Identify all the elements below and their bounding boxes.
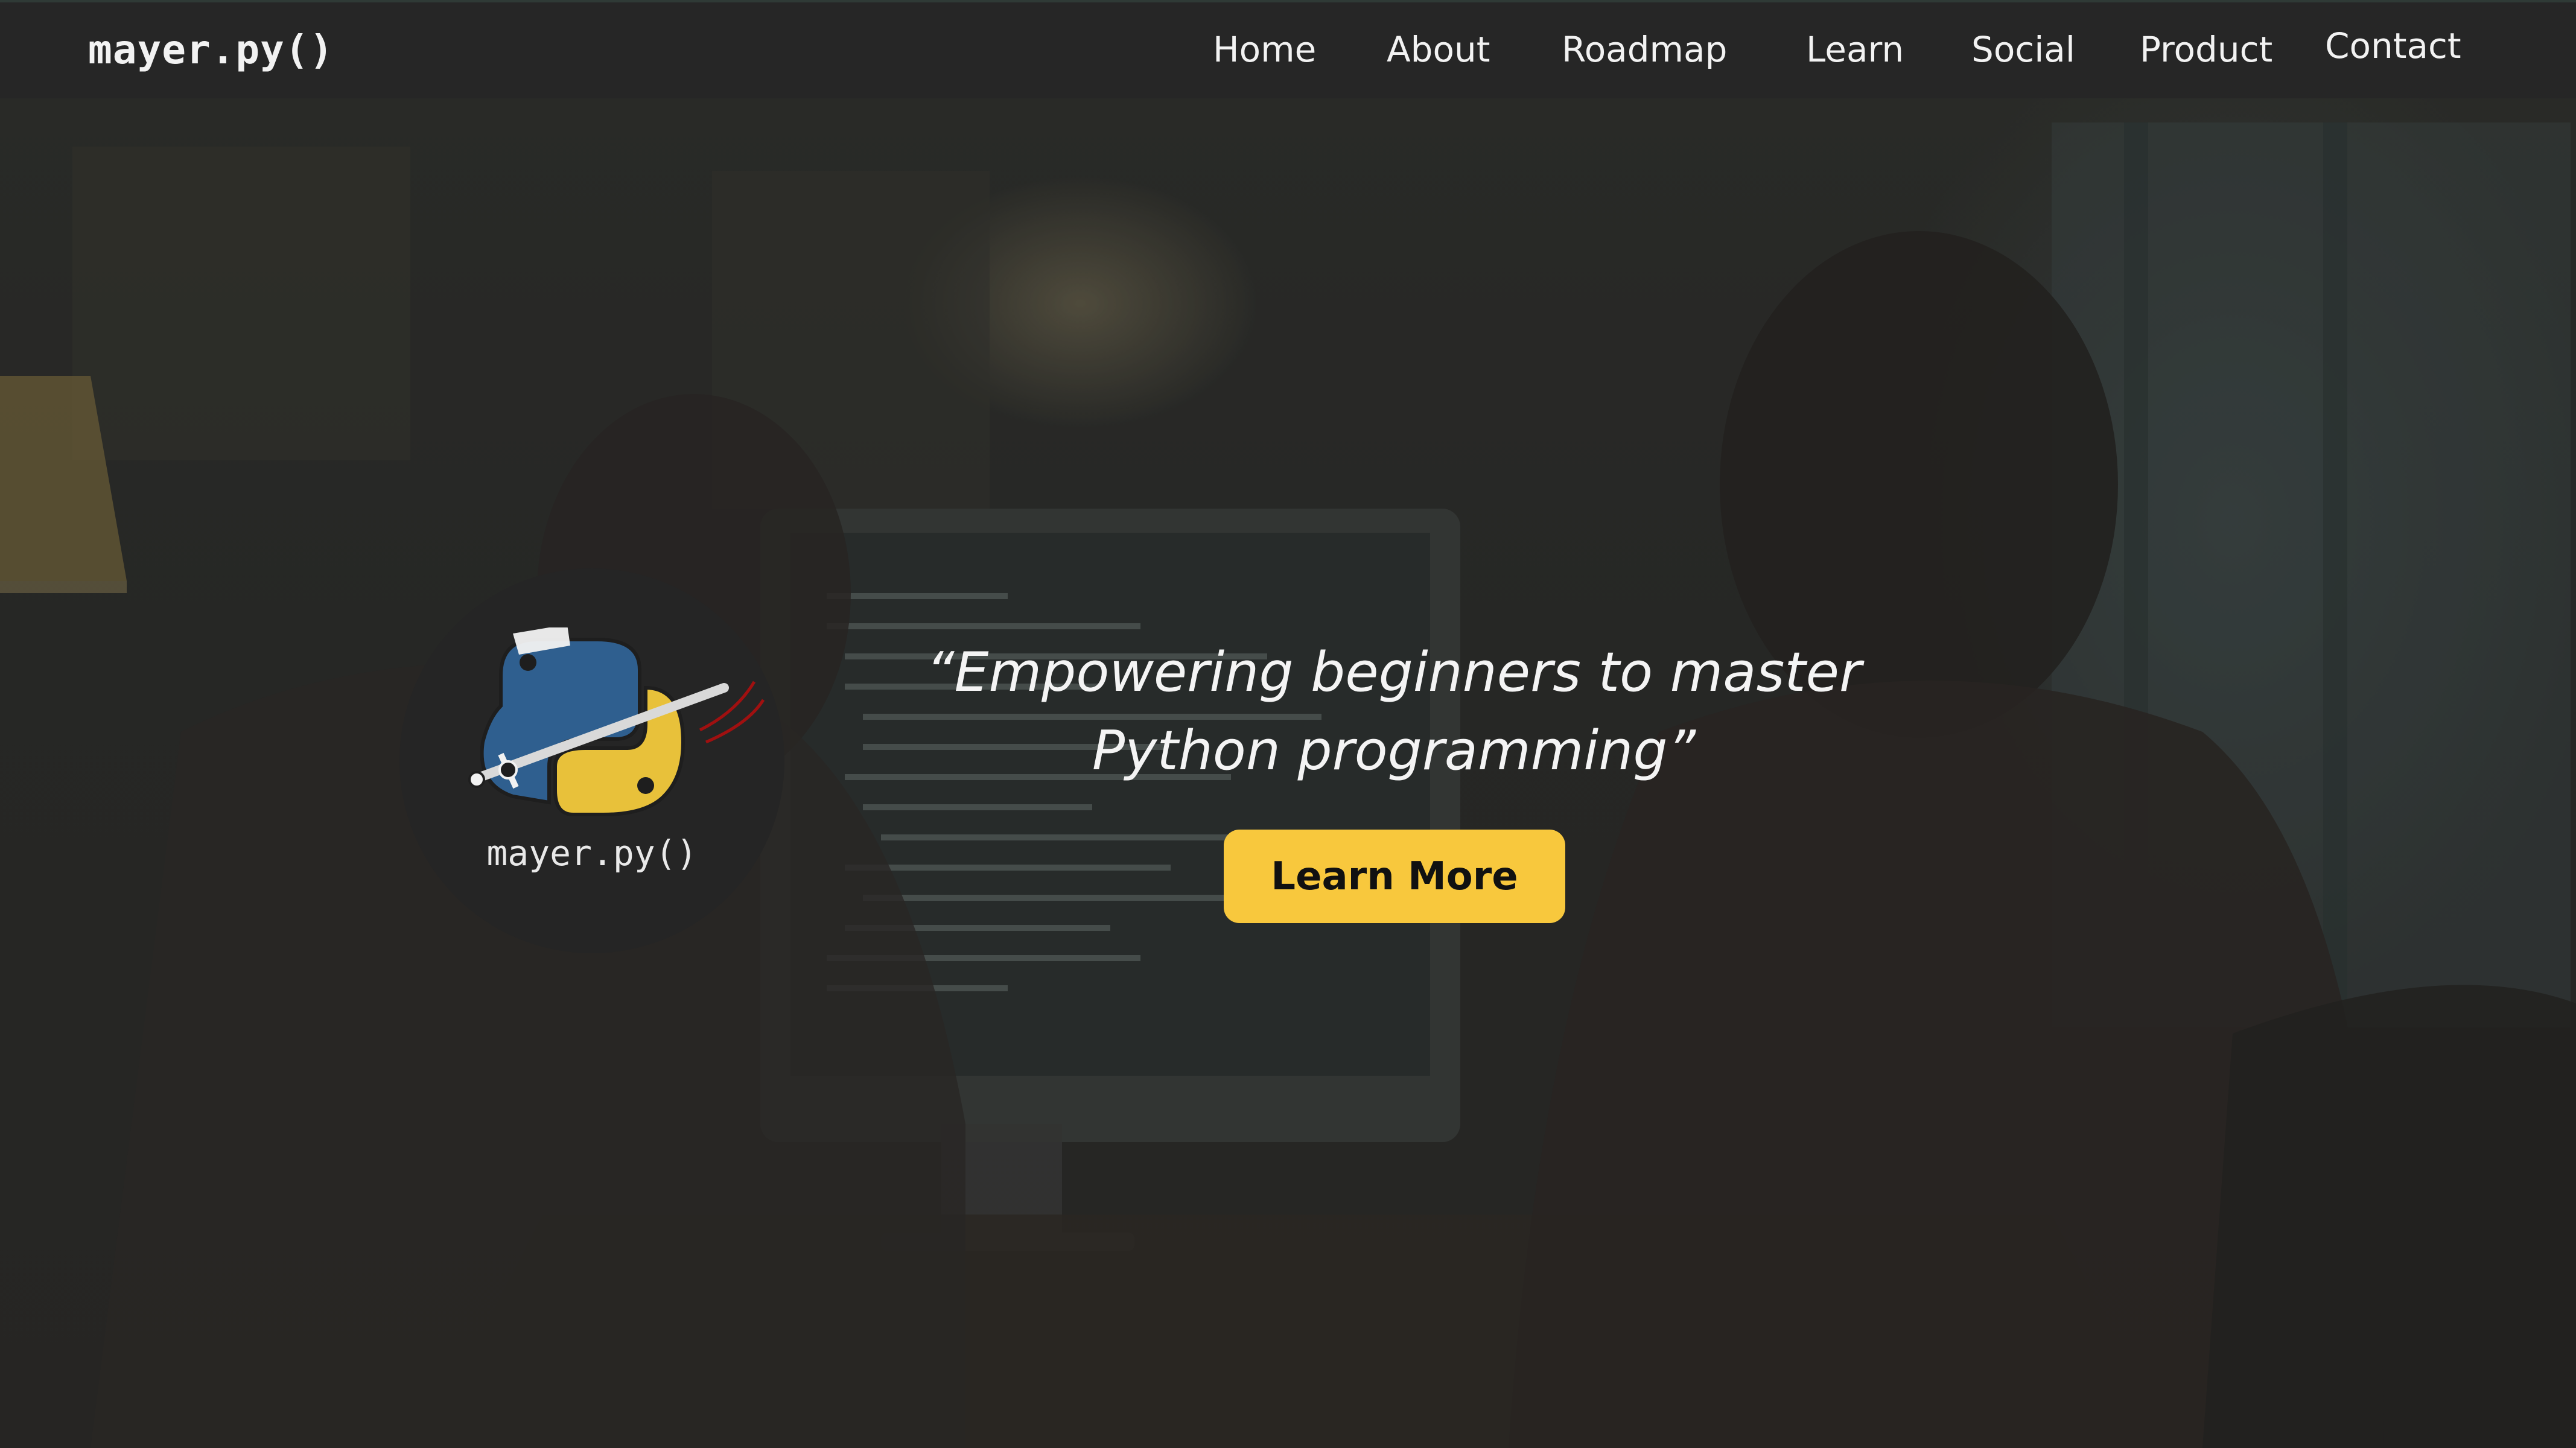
nav-social-link[interactable]: Social [1971,29,2075,70]
nav-home-link[interactable]: Home [1213,29,1316,70]
hero-tagline: “Empowering beginners to master Python p… [881,634,1907,790]
learn-more-button[interactable]: Learn More [1224,830,1565,923]
page: mayer.py() Home About Roadmap Learn Soci… [0,0,2576,1448]
logo-caption: mayer.py() [486,833,698,874]
nav-learn-link[interactable]: Learn [1806,29,1904,70]
nav-contact-link[interactable]: Contact [2325,25,2461,66]
tagline-line-2: Python programming” [1092,719,1696,783]
nav-about-link[interactable]: About [1387,29,1490,70]
nav-product-link[interactable]: Product [2140,29,2272,70]
python-sword-logo-icon [468,627,765,816]
brand-logo-text[interactable]: mayer.py() [88,27,334,73]
top-navbar: mayer.py() Home About Roadmap Learn Soci… [0,0,2576,98]
tagline-line-1: “Empowering beginners to master [926,641,1862,704]
nav-roadmap-link[interactable]: Roadmap [1562,29,1727,70]
